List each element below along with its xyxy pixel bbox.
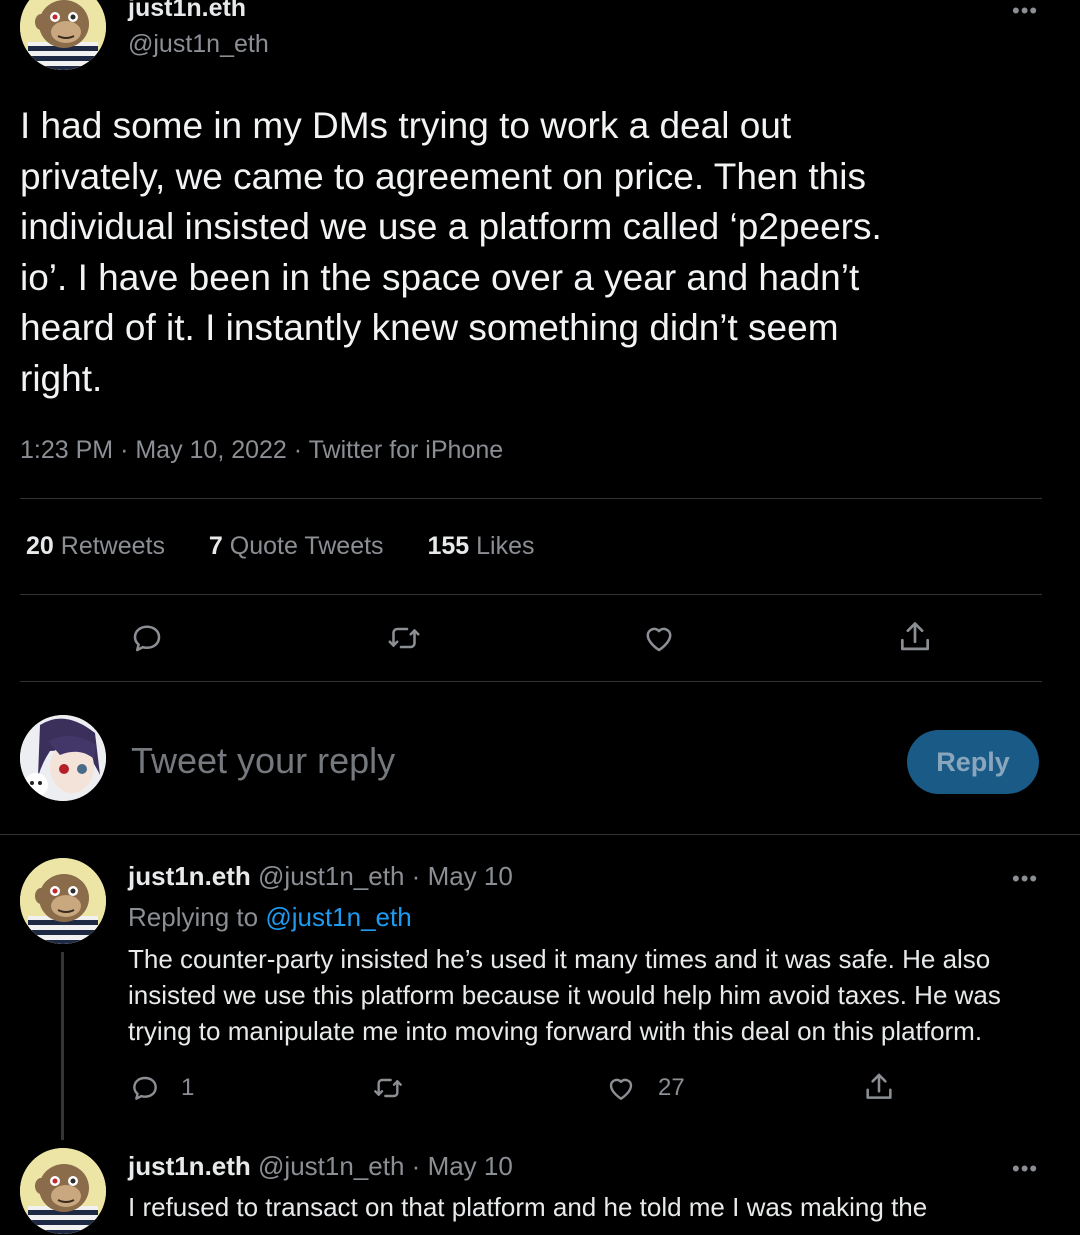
reply-bubble-icon [133, 1076, 157, 1100]
tweet-text-line: io’. I have been in the space over a yea… [20, 256, 860, 298]
reply-handle[interactable]: @just1n_eth [258, 1151, 404, 1181]
replying-to-label: Replying to [128, 902, 259, 932]
reply-date[interactable]: May 10 [428, 861, 513, 891]
reply-action-reply[interactable]: 1 [129, 1072, 194, 1104]
separator-dot: · [411, 1151, 421, 1181]
tweet-text: I had some in my DMs trying to work a de… [20, 101, 882, 404]
current-user-avatar [20, 715, 106, 801]
like-count: 27 [658, 1074, 685, 1101]
reply-text-line: I refused to transact on that platform a… [128, 1192, 928, 1222]
tweet-text-line: heard of it. I instantly knew something … [20, 307, 839, 348]
quote-tweets-stat[interactable]: 7 Quote Tweets [209, 532, 391, 560]
share-icon[interactable] [896, 618, 934, 656]
reply-author-avatar[interactable] [20, 858, 106, 944]
tweet-stats: 20 Retweets 7 Quote Tweets 155 Likes [26, 532, 535, 561]
anime-avatar-image [20, 715, 106, 801]
more-dots-icon[interactable]: ••• [1012, 868, 1038, 890]
heart-icon[interactable] [640, 620, 678, 656]
likes-stat[interactable]: 155 Likes [427, 532, 534, 560]
author-display-name[interactable]: just1n.eth [128, 0, 246, 23]
thread-connector-line [61, 952, 64, 1140]
reply-header: just1n.eth @just1n_eth · May 10 [128, 1151, 513, 1182]
divider [20, 594, 1042, 595]
divider [20, 681, 1042, 682]
tweet-text-line: right. [20, 357, 103, 399]
reply-author-avatar[interactable] [20, 1148, 106, 1234]
retweets-stat[interactable]: 20 Retweets [26, 532, 172, 560]
reply-text: The counter-party insisted he’s used it … [128, 941, 1001, 1049]
more-dots-icon[interactable]: ••• [1012, 1158, 1038, 1180]
ape-avatar-image [20, 0, 106, 70]
author-avatar[interactable] [20, 0, 106, 70]
ape-avatar-image [20, 1148, 106, 1234]
tweet-date[interactable]: May 10, 2022 [135, 436, 287, 464]
tweet-metadata: 1:23 PM · May 10, 2022 · Twitter for iPh… [20, 436, 503, 465]
tweet-time[interactable]: 1:23 PM [20, 436, 113, 464]
replying-to-handle-link[interactable]: @just1n_eth [265, 902, 411, 932]
reply-text: I refused to transact on that platform a… [128, 1189, 927, 1225]
divider [0, 834, 1080, 835]
tweet-source[interactable]: Twitter for iPhone [309, 436, 504, 464]
tweet-text-line: privately, we came to agreement on price… [20, 155, 866, 197]
reply-input[interactable]: Tweet your reply [131, 740, 395, 782]
retweet-icon[interactable] [384, 620, 424, 656]
heart-icon [609, 1078, 633, 1100]
tweet-text-line: individual insisted we use a platform ca… [20, 206, 882, 247]
ape-avatar-image [20, 858, 106, 944]
more-dots-icon[interactable]: ••• [1012, 0, 1038, 22]
separator-dot: · [293, 436, 303, 464]
reply-text-line: insisted we use this platform because it… [128, 980, 1001, 1010]
reply-count: 1 [181, 1074, 195, 1101]
reply-date[interactable]: May 10 [428, 1151, 513, 1181]
divider [20, 498, 1042, 499]
reply-text-line: trying to manipulate me into moving forw… [128, 1016, 983, 1046]
reply-bubble-icon[interactable] [129, 620, 165, 656]
reply-action-like[interactable]: 27 [604, 1072, 685, 1104]
separator-dot: · [120, 436, 129, 464]
reply-display-name[interactable]: just1n.eth [128, 1151, 251, 1181]
retweet-icon[interactable] [370, 1072, 406, 1109]
reply-display-name[interactable]: just1n.eth [128, 861, 251, 891]
reply-handle[interactable]: @just1n_eth [258, 861, 404, 891]
reply-button[interactable]: Reply [907, 730, 1039, 794]
separator-dot: · [411, 861, 421, 891]
share-icon[interactable] [862, 1070, 896, 1109]
replying-to: Replying to @just1n_eth [128, 902, 412, 933]
reply-text-line: The counter-party insisted he’s used it … [128, 944, 991, 974]
author-handle[interactable]: @just1n_eth [128, 30, 269, 59]
reply-header: just1n.eth @just1n_eth · May 10 [128, 861, 513, 892]
tweet-text-line: I had some in my DMs trying to work a de… [20, 105, 792, 146]
